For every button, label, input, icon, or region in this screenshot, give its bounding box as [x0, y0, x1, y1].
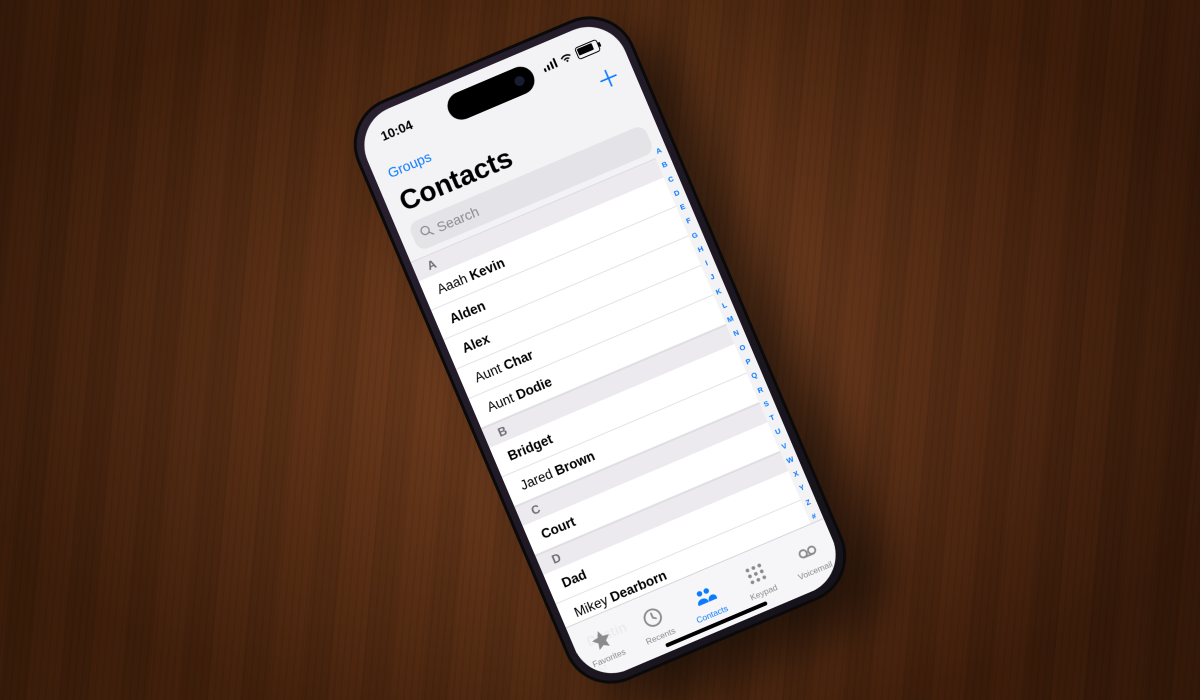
index-letter[interactable]: P	[741, 355, 756, 368]
battery-icon	[574, 38, 601, 59]
index-letter[interactable]: I	[699, 257, 714, 270]
index-letter[interactable]: J	[705, 271, 720, 284]
cellular-icon	[541, 58, 558, 73]
index-letter[interactable]: N	[729, 327, 744, 340]
index-letter[interactable]: E	[675, 200, 690, 213]
index-letter[interactable]: X	[789, 467, 804, 480]
index-letter[interactable]: G	[687, 229, 702, 242]
screen: 10:04 Groups ＋	[352, 15, 848, 686]
phone: 10:04 Groups ＋	[339, 1, 861, 698]
index-letter[interactable]: F	[681, 214, 696, 227]
index-letter[interactable]: M	[723, 313, 738, 326]
index-letter[interactable]: V	[777, 439, 792, 452]
index-letter[interactable]: A	[652, 144, 667, 157]
index-letter[interactable]: O	[735, 341, 750, 354]
index-letter[interactable]: Y	[795, 481, 810, 494]
index-letter[interactable]: W	[783, 453, 798, 466]
index-letter[interactable]: B	[657, 158, 672, 171]
desk-background: 10:04 Groups ＋	[0, 0, 1200, 700]
status-time: 10:04	[378, 117, 414, 144]
index-letter[interactable]: R	[753, 383, 768, 396]
index-letter[interactable]: L	[717, 299, 732, 312]
index-letter[interactable]: C	[663, 172, 678, 185]
index-letter[interactable]: K	[711, 285, 726, 298]
index-letter[interactable]: U	[771, 425, 786, 438]
wifi-icon	[558, 51, 575, 66]
index-letter[interactable]: D	[669, 186, 684, 199]
index-letter[interactable]: S	[759, 397, 774, 410]
index-letter[interactable]: Q	[747, 369, 762, 382]
index-letter[interactable]: T	[765, 411, 780, 424]
search-icon	[418, 222, 436, 242]
index-letter[interactable]: Z	[801, 495, 816, 508]
search-placeholder: Search	[434, 203, 481, 235]
index-letter[interactable]: H	[693, 243, 708, 256]
